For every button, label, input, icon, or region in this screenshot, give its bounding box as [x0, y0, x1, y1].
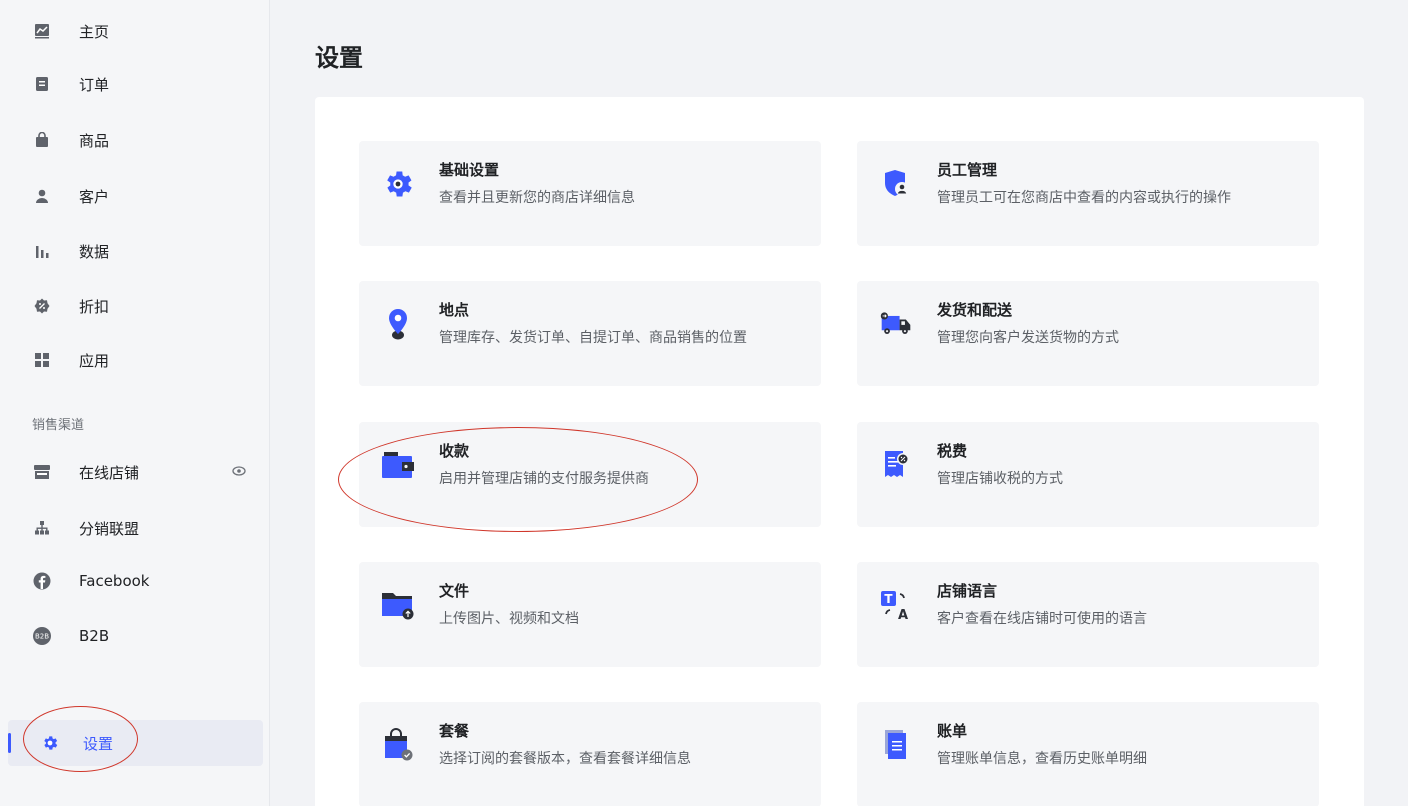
- card-description: 管理库存、发货订单、自提订单、商品销售的位置: [439, 330, 747, 346]
- sidebar-item-label: B2B: [79, 627, 110, 645]
- apps-icon: [32, 350, 52, 370]
- sidebar-item-label: 商品: [79, 131, 110, 150]
- settings-panel: 基础设置 查看并且更新您的商店详细信息 员工管理 管理员工可在您商店中查看的内容…: [315, 97, 1364, 806]
- sidebar-item-label: Facebook: [79, 572, 150, 590]
- order-icon: [32, 74, 52, 94]
- card-description: 启用并管理店铺的支付服务提供商: [439, 471, 649, 487]
- gear-icon: [381, 167, 415, 201]
- b2b-icon: B2B: [32, 626, 52, 646]
- truck-icon: [879, 307, 913, 341]
- sidebar-item-b2b[interactable]: B2B B2B: [32, 624, 109, 648]
- staff-shield-icon: [879, 167, 913, 201]
- user-icon: [32, 186, 52, 206]
- settings-card-taxes[interactable]: 税费 管理店铺收税的方式: [857, 422, 1319, 527]
- location-pin-icon: [381, 307, 415, 341]
- gear-icon: [40, 733, 60, 753]
- sidebar-item-label: 在线店铺: [79, 463, 140, 482]
- sidebar-item-products[interactable]: 商品: [32, 128, 109, 152]
- sidebar-item-label: 订单: [79, 75, 110, 94]
- sidebar-item-label: 折扣: [79, 297, 110, 316]
- wallet-icon: [381, 448, 415, 482]
- tax-receipt-icon: [879, 448, 913, 482]
- sidebar-item-home[interactable]: 主页: [32, 19, 109, 43]
- card-description: 客户查看在线店铺时可使用的语言: [937, 611, 1147, 627]
- card-title: 员工管理: [937, 161, 998, 179]
- sidebar-item-analytics[interactable]: 数据: [32, 239, 109, 263]
- bill-document-icon: [879, 728, 913, 762]
- sidebar-item-settings[interactable]: 设置: [40, 733, 113, 753]
- card-title: 发货和配送: [937, 301, 1013, 319]
- sidebar-item-label: 数据: [79, 242, 110, 261]
- card-description: 管理账单信息，查看历史账单明细: [937, 751, 1147, 767]
- facebook-icon: [32, 571, 52, 591]
- svg-text:B2B: B2B: [35, 633, 49, 641]
- sidebar-item-discounts[interactable]: 折扣: [32, 294, 109, 318]
- discount-icon: [32, 296, 52, 316]
- card-title: 地点: [439, 301, 470, 319]
- card-title: 店铺语言: [937, 582, 998, 600]
- card-description: 上传图片、视频和文档: [439, 611, 579, 627]
- settings-card-files[interactable]: 文件 上传图片、视频和文档: [359, 562, 821, 667]
- affiliate-icon: [32, 518, 52, 538]
- sidebar-item-online-store[interactable]: 在线店铺: [32, 460, 139, 484]
- sidebar: 主页 订单 商品 客户 数据 折扣 应用 销售渠道 在线店铺 分销联盟 Face…: [0, 0, 270, 806]
- sidebar-item-orders[interactable]: 订单: [32, 72, 109, 96]
- settings-card-payments[interactable]: 收款 启用并管理店铺的支付服务提供商: [359, 422, 821, 527]
- card-description: 管理店铺收税的方式: [937, 471, 1063, 487]
- card-description: 选择订阅的套餐版本，查看套餐详细信息: [439, 751, 691, 767]
- svg-text:T: T: [884, 592, 893, 606]
- svg-text:A: A: [898, 608, 908, 622]
- eye-icon[interactable]: [232, 466, 246, 476]
- plan-bag-icon: [381, 728, 415, 762]
- card-title: 账单: [937, 722, 968, 740]
- card-description: 管理员工可在您商店中查看的内容或执行的操作: [937, 190, 1231, 206]
- active-indicator: [8, 733, 11, 753]
- settings-card-plans[interactable]: 套餐 选择订阅的套餐版本，查看套餐详细信息: [359, 702, 821, 806]
- settings-card-shipping[interactable]: 发货和配送 管理您向客户发送货物的方式: [857, 281, 1319, 386]
- sidebar-item-customers[interactable]: 客户: [32, 184, 109, 208]
- card-title: 税费: [937, 442, 968, 460]
- translate-icon: TA: [879, 588, 913, 622]
- section-label-sales-channels: 销售渠道: [32, 418, 85, 433]
- card-title: 文件: [439, 582, 470, 600]
- card-title: 收款: [439, 442, 470, 460]
- sidebar-item-facebook[interactable]: Facebook: [32, 569, 149, 593]
- card-description: 管理您向客户发送货物的方式: [937, 330, 1119, 346]
- sidebar-item-label: 客户: [79, 187, 110, 206]
- folder-upload-icon: [381, 588, 415, 622]
- card-description: 查看并且更新您的商店详细信息: [439, 190, 635, 206]
- settings-card-languages[interactable]: TA 店铺语言 客户查看在线店铺时可使用的语言: [857, 562, 1319, 667]
- settings-card-general[interactable]: 基础设置 查看并且更新您的商店详细信息: [359, 141, 821, 246]
- chart-icon: [32, 21, 52, 41]
- sidebar-item-apps[interactable]: 应用: [32, 348, 109, 372]
- settings-card-locations[interactable]: 地点 管理库存、发货订单、自提订单、商品销售的位置: [359, 281, 821, 386]
- settings-card-staff[interactable]: 员工管理 管理员工可在您商店中查看的内容或执行的操作: [857, 141, 1319, 246]
- sidebar-item-label: 分销联盟: [79, 519, 140, 538]
- page-title: 设置: [315, 44, 363, 72]
- sidebar-item-affiliate[interactable]: 分销联盟: [32, 516, 139, 540]
- store-icon: [32, 462, 52, 482]
- bag-icon: [32, 130, 52, 150]
- card-title: 基础设置: [439, 161, 500, 179]
- sidebar-item-label: 设置: [83, 734, 114, 753]
- sidebar-item-label: 应用: [79, 351, 110, 370]
- card-title: 套餐: [439, 722, 470, 740]
- bar-chart-icon: [32, 241, 52, 261]
- settings-card-billing[interactable]: 账单 管理账单信息，查看历史账单明细: [857, 702, 1319, 806]
- sidebar-item-label: 主页: [79, 22, 110, 41]
